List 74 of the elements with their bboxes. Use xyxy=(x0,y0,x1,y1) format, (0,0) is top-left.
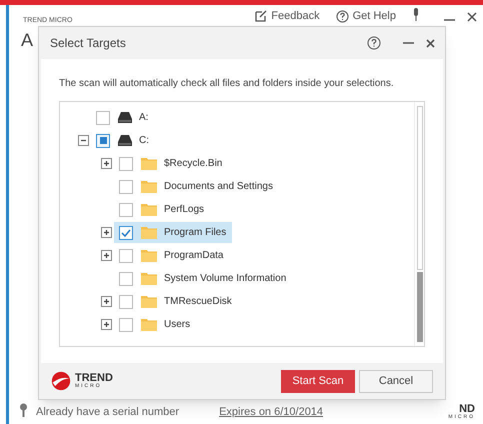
minus-icon xyxy=(80,137,87,144)
tree-item-label: ProgramData xyxy=(164,249,224,263)
window-title: A xyxy=(21,30,34,50)
help-icon[interactable] xyxy=(367,36,381,50)
tree-item-label: System Volume Information xyxy=(164,272,286,286)
microphone-icon xyxy=(412,8,420,21)
tree-item-label: A: xyxy=(139,111,148,125)
checkbox[interactable] xyxy=(119,272,133,286)
tree-item-label: Users xyxy=(164,318,190,332)
checkbox[interactable] xyxy=(119,156,133,170)
expand-toggle[interactable] xyxy=(101,250,112,261)
expiry-link[interactable]: Expires on 6/10/2014 xyxy=(219,404,324,421)
plus-icon xyxy=(103,229,110,236)
tree-item-label: C: xyxy=(139,134,149,148)
check-icon xyxy=(121,228,131,238)
expand-toggle[interactable] xyxy=(101,227,112,238)
logo-icon xyxy=(51,371,71,391)
tree-item[interactable]: ProgramData xyxy=(114,245,230,266)
checkbox[interactable] xyxy=(119,180,133,194)
plus-icon xyxy=(103,252,110,259)
tree-item-label: $Recycle.Bin xyxy=(164,157,222,171)
checkbox[interactable] xyxy=(96,110,110,124)
checkbox[interactable] xyxy=(96,134,110,148)
drive-icon xyxy=(118,135,132,146)
expand-toggle[interactable] xyxy=(101,158,112,169)
tree-item[interactable]: TMRescueDisk xyxy=(114,291,238,312)
checkbox[interactable] xyxy=(119,202,133,216)
tree-item-label: TMRescueDisk xyxy=(164,295,232,309)
partial-mark xyxy=(100,137,106,144)
logo-text: TREND xyxy=(75,373,113,384)
folder-icon xyxy=(141,318,157,331)
help-icon xyxy=(336,10,349,23)
help-link[interactable]: Get Help xyxy=(336,8,396,24)
key-icon xyxy=(19,403,28,417)
tree-item-label: Documents and Settings xyxy=(164,180,273,194)
tree-item[interactable]: C: xyxy=(91,130,155,151)
minimize-icon[interactable] xyxy=(403,41,414,45)
folder-icon xyxy=(141,295,157,308)
start-scan-button[interactable]: Start Scan xyxy=(281,370,355,392)
folder-icon xyxy=(141,203,157,216)
tree-item-label: PerfLogs xyxy=(164,203,204,217)
expand-toggle[interactable] xyxy=(101,296,112,307)
checkbox[interactable] xyxy=(119,226,133,240)
tree-item[interactable]: PerfLogs xyxy=(114,199,210,220)
expand-toggle[interactable] xyxy=(101,319,112,330)
edit-icon xyxy=(255,10,268,22)
feedback-link[interactable]: Feedback xyxy=(255,8,320,24)
tree-item[interactable]: Users xyxy=(114,314,196,335)
dialog-description: The scan will automatically check all files and folders inside your selections. xyxy=(59,77,395,91)
close-icon[interactable] xyxy=(426,38,435,48)
tree-item[interactable]: Documents and Settings xyxy=(114,176,279,197)
tree-item[interactable]: A: xyxy=(91,107,154,128)
drive-icon xyxy=(118,112,132,123)
tree-item[interactable]: Program Files xyxy=(114,222,232,243)
plus-icon xyxy=(103,298,110,305)
collapse-toggle[interactable] xyxy=(78,135,89,146)
dialog-title: Select Targets xyxy=(50,35,127,52)
tree-item[interactable]: System Volume Information xyxy=(114,268,292,289)
checkbox[interactable] xyxy=(119,318,133,332)
close-icon[interactable] xyxy=(467,12,477,22)
plus-icon xyxy=(103,160,110,167)
tree-item[interactable]: $Recycle.Bin xyxy=(114,153,228,174)
logo-text: ND xyxy=(459,404,475,415)
tree-item-label: Program Files xyxy=(164,226,226,240)
cancel-button[interactable]: Cancel xyxy=(359,370,433,392)
checkbox[interactable] xyxy=(119,248,133,262)
checkbox[interactable] xyxy=(119,294,133,308)
folder-icon xyxy=(141,180,157,193)
folder-icon xyxy=(141,157,157,170)
serial-number-link[interactable]: Already have a serial number xyxy=(36,404,180,421)
folder-icon xyxy=(141,249,157,262)
folder-icon xyxy=(141,272,157,285)
folder-icon xyxy=(141,226,157,239)
plus-icon xyxy=(103,321,110,328)
